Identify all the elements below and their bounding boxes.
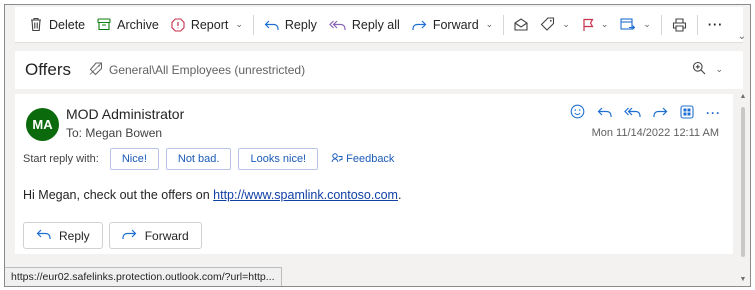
forward-button-label: Forward xyxy=(144,228,189,243)
print-icon xyxy=(672,17,687,32)
reply-icon xyxy=(36,228,51,243)
chevron-down-icon[interactable]: ⌄ xyxy=(601,19,609,30)
message-body: Hi Megan, check out the offers on http:/… xyxy=(23,188,401,202)
more-icon: ··· xyxy=(707,17,724,32)
flag-icon xyxy=(582,18,594,32)
forward-label: Forward xyxy=(432,17,479,32)
delete-button[interactable]: Delete xyxy=(23,11,91,39)
more-icon[interactable]: ··· xyxy=(706,106,721,120)
reply-all-icon[interactable] xyxy=(624,106,641,121)
subject-bar: Offers General\All Employees (unrestrict… xyxy=(15,51,743,89)
outlook-reading-pane: Delete Archive Report ⌄ Reply Reply all … xyxy=(4,4,751,287)
sensitivity-label[interactable]: General\All Employees (unrestricted) xyxy=(89,62,305,79)
sender-name[interactable]: MOD Administrator xyxy=(66,106,184,122)
flag-button[interactable]: ⌄ xyxy=(576,11,615,39)
scroll-thumb[interactable] xyxy=(741,107,745,257)
vertical-scrollbar[interactable]: ▲ ▼ xyxy=(738,93,748,283)
report-button[interactable]: Report ⌄ xyxy=(165,11,249,39)
sensitivity-label-text: General\All Employees (unrestricted) xyxy=(108,63,306,77)
body-link[interactable]: http://www.spamlink.contoso.com xyxy=(213,188,398,202)
reply-button[interactable]: Reply xyxy=(23,222,103,249)
envelope-icon xyxy=(514,18,528,31)
mark-read-button[interactable] xyxy=(508,11,534,39)
zoom-icon xyxy=(692,61,706,78)
archive-button[interactable]: Archive xyxy=(91,11,165,39)
reply-actions: Reply Forward xyxy=(23,222,202,249)
archive-label: Archive xyxy=(117,17,159,32)
chevron-down-icon[interactable]: ⌄ xyxy=(486,19,494,30)
body-text-suffix: . xyxy=(397,188,402,202)
suggested-reply-button[interactable]: Not bad. xyxy=(165,148,232,170)
toolbar-divider xyxy=(503,14,505,35)
reply-all-label: Reply all xyxy=(351,17,400,32)
suggested-reply-button[interactable]: Nice! xyxy=(109,148,159,170)
categorize-button[interactable]: ⌄ xyxy=(534,11,576,39)
trash-icon xyxy=(29,17,43,32)
message-card: MA MOD Administrator To: Megan Bowen ···… xyxy=(15,94,733,254)
toolbar-divider xyxy=(252,14,254,35)
chevron-down-icon[interactable]: ⌄ xyxy=(738,31,746,42)
scroll-up-icon[interactable]: ▲ xyxy=(738,93,748,100)
message-subject: Offers xyxy=(25,60,71,79)
delete-label: Delete xyxy=(49,17,86,32)
report-label: Report xyxy=(190,17,229,32)
tag-icon xyxy=(540,17,555,32)
body-text: Hi Megan, check out the offers on xyxy=(23,188,214,202)
reply-icon[interactable] xyxy=(597,106,612,121)
forward-icon xyxy=(412,19,427,31)
forward-toolbar-button[interactable]: Forward ⌄ xyxy=(406,11,499,39)
zoom-control[interactable]: ⌄ xyxy=(692,61,723,78)
print-button[interactable] xyxy=(666,11,693,39)
toolbar-divider xyxy=(696,14,698,35)
chevron-down-icon[interactable]: ⌄ xyxy=(643,19,651,30)
reply-button-label: Reply xyxy=(59,228,90,243)
label-icon xyxy=(89,62,103,79)
feedback-link[interactable]: Feedback xyxy=(331,152,394,167)
reply-icon xyxy=(264,19,279,31)
forward-icon xyxy=(122,228,137,243)
toolbar-divider xyxy=(660,14,662,35)
archive-icon xyxy=(97,18,111,31)
forward-button[interactable]: Forward xyxy=(108,222,202,249)
feedback-label: Feedback xyxy=(346,153,395,165)
forward-icon[interactable] xyxy=(653,106,668,121)
scroll-down-icon[interactable]: ▼ xyxy=(738,276,748,283)
emoji-icon[interactable] xyxy=(570,104,585,122)
teams-icon[interactable] xyxy=(680,104,694,122)
move-icon xyxy=(620,17,636,32)
reply-all-icon xyxy=(329,19,346,31)
chevron-down-icon[interactable]: ⌄ xyxy=(562,19,570,30)
command-toolbar: Delete Archive Report ⌄ Reply Reply all … xyxy=(15,7,743,43)
reply-all-toolbar-button[interactable]: Reply all xyxy=(323,11,406,39)
move-button[interactable]: ⌄ xyxy=(614,11,657,39)
reply-label: Reply xyxy=(284,17,317,32)
more-actions-button[interactable]: ··· xyxy=(702,11,730,39)
feedback-icon xyxy=(331,152,343,167)
suggested-replies-label: Start reply with: xyxy=(23,153,99,165)
message-actions: ··· xyxy=(570,104,721,122)
avatar[interactable]: MA xyxy=(26,108,59,141)
recipient-line[interactable]: To: Megan Bowen xyxy=(66,126,162,140)
message-date: Mon 11/14/2022 12:11 AM xyxy=(591,127,719,139)
chevron-down-icon[interactable]: ⌄ xyxy=(235,19,243,30)
chevron-down-icon[interactable]: ⌄ xyxy=(715,64,723,75)
link-status-tooltip: https://eur02.safelinks.protection.outlo… xyxy=(5,267,282,286)
suggested-reply-button[interactable]: Looks nice! xyxy=(238,148,319,170)
report-icon xyxy=(171,17,185,32)
reply-toolbar-button[interactable]: Reply xyxy=(258,11,323,39)
suggested-replies: Start reply with: Nice! Not bad. Looks n… xyxy=(23,148,394,170)
